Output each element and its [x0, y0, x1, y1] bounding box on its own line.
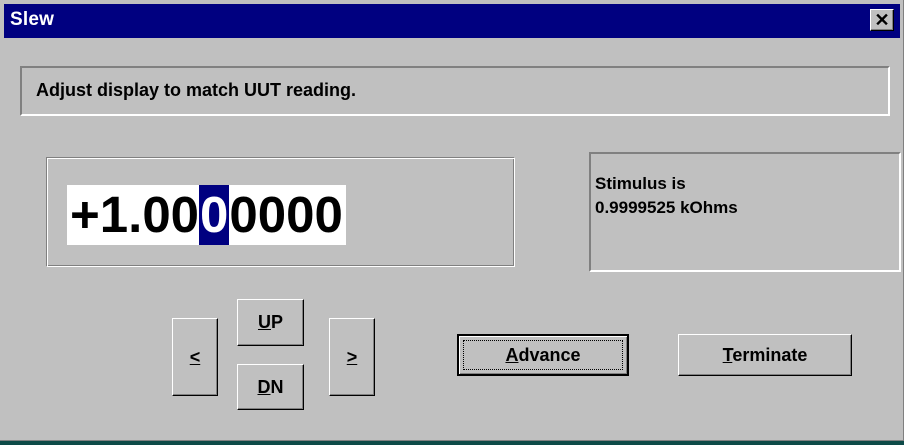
slew-readout[interactable]: +1.00 0 0000 — [67, 185, 346, 245]
terminate-label: Terminate — [722, 344, 808, 365]
readout-leading-digits: +1.00 — [70, 186, 200, 243]
window-title: Slew — [10, 9, 55, 30]
move-right-label: > — [346, 346, 358, 367]
advance-button[interactable]: Advance — [457, 334, 629, 376]
instruction-text: Adjust display to match UUT reading. — [36, 80, 357, 100]
display-frame: +1.00 0 0000 — [46, 157, 515, 267]
down-label: DN — [257, 376, 284, 397]
terminate-button[interactable]: Terminate — [678, 334, 852, 376]
focus-rectangle — [463, 340, 623, 370]
readout-selected-digit[interactable]: 0 — [199, 185, 230, 245]
down-button[interactable]: DN — [237, 364, 304, 410]
slew-dialog: Slew ✕ Adjust display to match UUT readi… — [0, 0, 904, 441]
desktop-background — [0, 441, 904, 445]
up-label: UP — [257, 312, 283, 332]
stimulus-panel: Stimulus is 0.9999525 kOhms — [589, 152, 901, 272]
stimulus-label: Stimulus is — [595, 174, 686, 193]
move-left-button[interactable]: < — [172, 318, 218, 396]
up-button[interactable]: UP — [237, 299, 304, 346]
stimulus-value: 0.9999525 kOhms — [595, 198, 738, 217]
move-right-button[interactable]: > — [329, 318, 375, 396]
instruction-panel: Adjust display to match UUT reading. — [20, 66, 890, 116]
move-left-label: < — [189, 346, 201, 367]
title-bar[interactable]: Slew ✕ — [4, 4, 900, 38]
readout-trailing-digits: 0000 — [229, 186, 343, 243]
close-button[interactable]: ✕ — [870, 9, 894, 31]
close-icon: ✕ — [874, 10, 890, 30]
